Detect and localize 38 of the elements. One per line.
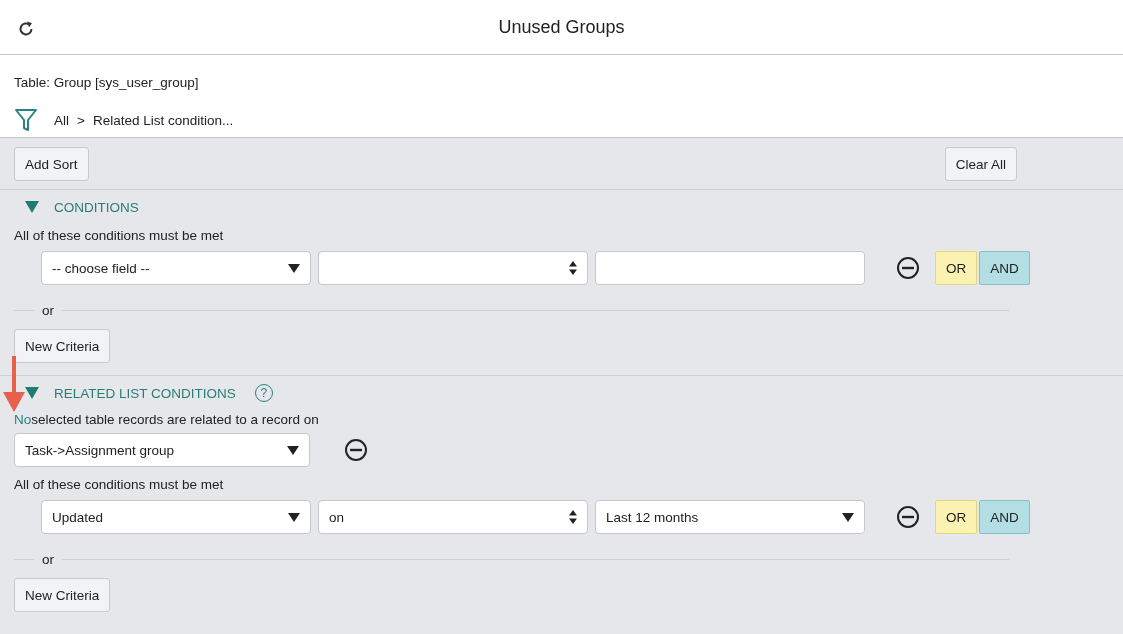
and-button[interactable]: AND: [979, 251, 1030, 285]
value-input-field[interactable]: [595, 251, 865, 285]
operator-select[interactable]: on: [318, 500, 588, 534]
breadcrumb-link[interactable]: Related List condition...: [92, 112, 234, 128]
field-select[interactable]: Updated: [41, 500, 311, 534]
or-button[interactable]: OR: [935, 500, 978, 534]
remove-icon[interactable]: [344, 438, 368, 462]
remove-icon[interactable]: [896, 256, 920, 280]
stepper-arrows-icon: [569, 510, 577, 524]
field-select[interactable]: -- choose field --: [41, 251, 311, 285]
new-criteria-button[interactable]: New Criteria: [14, 329, 111, 363]
collapse-triangle-icon[interactable]: [25, 387, 39, 399]
add-sort-button[interactable]: Add Sort: [14, 147, 89, 181]
caret-icon: [288, 512, 300, 522]
breadcrumb-link[interactable]: All: [54, 112, 69, 128]
related-description: selected table records are related to a record on: [31, 412, 319, 427]
caret-icon: [842, 512, 854, 522]
annotation-arrow-icon: [2, 356, 26, 412]
section-heading: CONDITIONS: [54, 199, 139, 215]
breadcrumb-separator: >: [77, 112, 85, 128]
new-criteria-button[interactable]: New Criteria: [14, 578, 111, 612]
page-title: Unused Groups: [498, 16, 625, 38]
remove-icon[interactable]: [896, 505, 920, 529]
related-list-select[interactable]: Task->Assignment group: [14, 433, 310, 467]
filter-icon[interactable]: [14, 107, 38, 133]
condition-rule-text: All of these conditions must be met: [13, 476, 225, 494]
value-select[interactable]: Last 12 months: [595, 500, 865, 534]
or-button[interactable]: OR: [935, 251, 978, 285]
stepper-arrows-icon: [569, 261, 577, 275]
table-label: Table: Group [sys_user_group]: [14, 74, 200, 92]
caret-icon: [288, 263, 300, 273]
clear-all-button[interactable]: Clear All: [944, 147, 1017, 181]
collapse-triangle-icon[interactable]: [25, 201, 39, 213]
quantity-link[interactable]: No: [14, 412, 32, 427]
and-button[interactable]: AND: [979, 500, 1030, 534]
section-heading: RELATED LIST CONDITIONS: [54, 385, 236, 401]
condition-rule-text: All of these conditions must be met: [13, 227, 225, 245]
caret-icon: [287, 445, 299, 455]
